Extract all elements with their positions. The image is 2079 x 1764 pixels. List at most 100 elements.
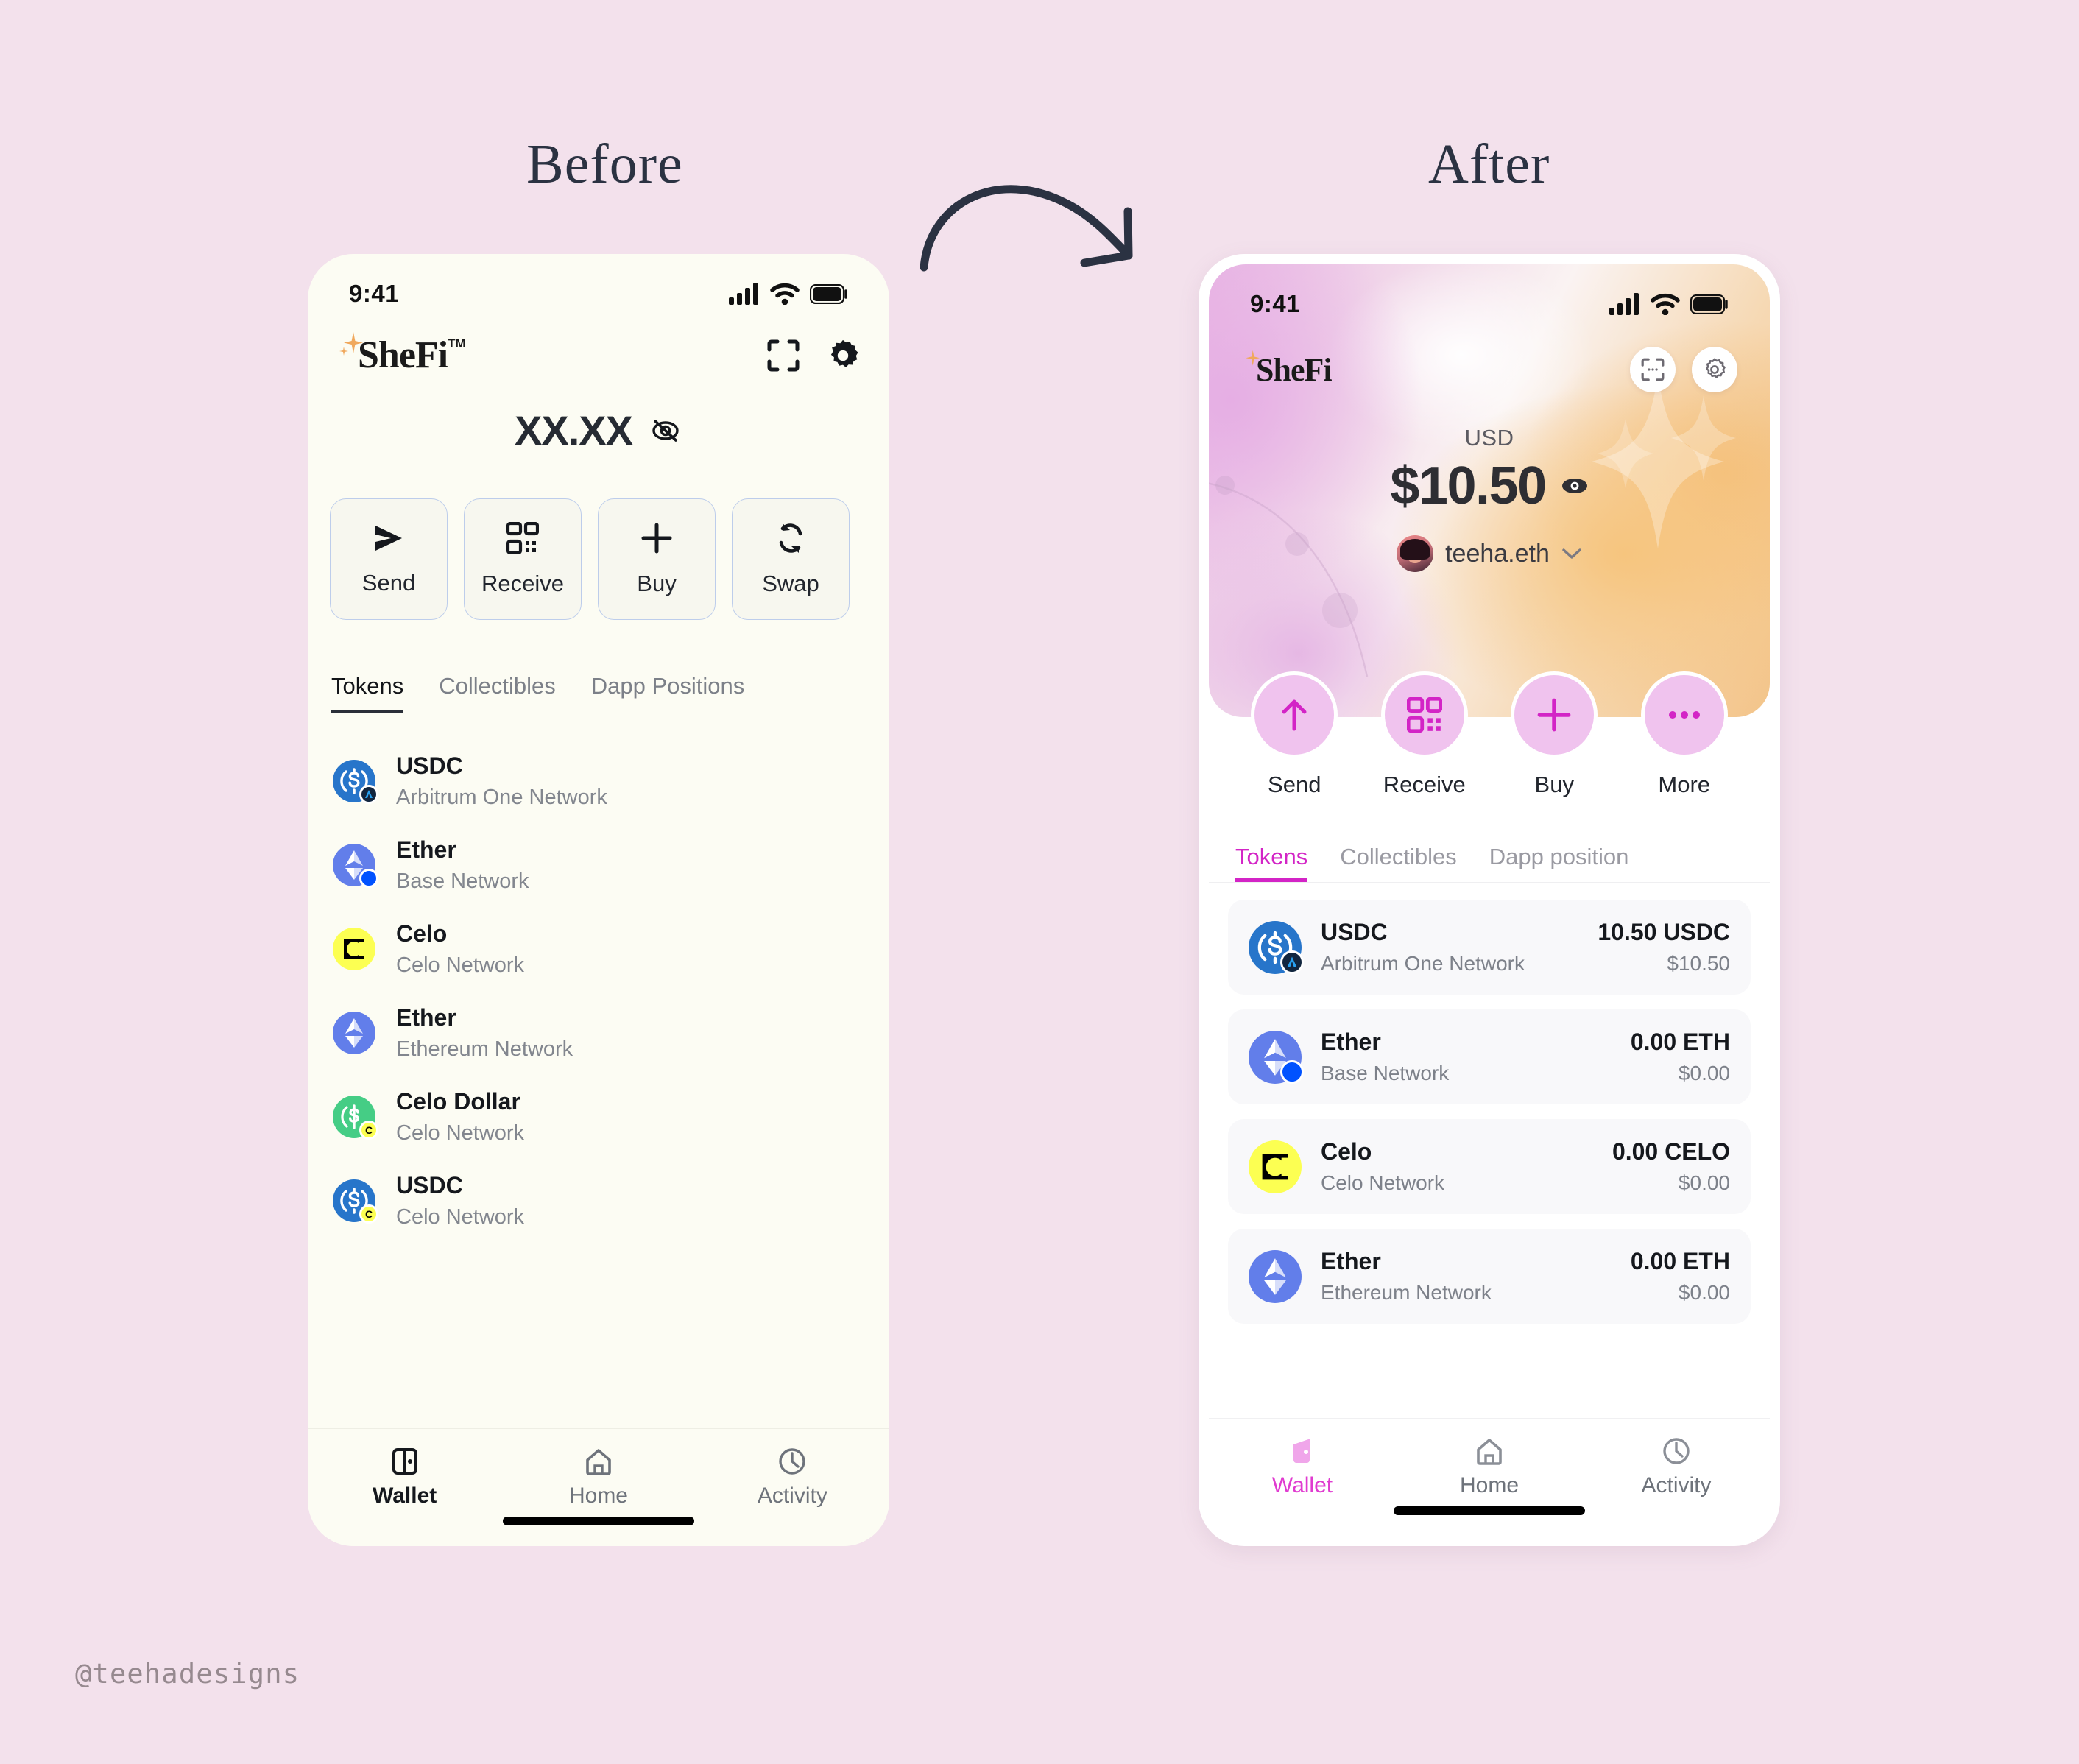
tab-dapp-position[interactable]: Dapp position <box>1489 844 1629 882</box>
home-icon <box>1477 1439 1502 1465</box>
more-icon-circle <box>1640 671 1728 758</box>
nav-wallet[interactable]: Wallet <box>308 1429 501 1546</box>
buy-icon-circle <box>1511 671 1598 758</box>
arrow-up-icon <box>1282 699 1307 731</box>
tab-dapp-positions[interactable]: Dapp Positions <box>591 673 745 713</box>
scan-button[interactable] <box>1630 347 1676 392</box>
token-name: USDC <box>1321 919 1388 945</box>
shefi-logo: SheFi TM <box>337 332 466 377</box>
send-button[interactable]: Send <box>1251 671 1338 798</box>
wallet-body: Tokens Collectibles Dapp position USDC A… <box>1209 717 1770 1536</box>
scan-icon <box>1641 358 1665 381</box>
receive-icon-circle <box>1380 671 1468 758</box>
table-row[interactable]: Ether Ethereum Network 0.00 ETH $0.00 <box>1228 1229 1751 1324</box>
arbitrum-badge-icon <box>1280 950 1304 974</box>
home-indicator <box>503 1517 694 1525</box>
token-network: Arbitrum One Network <box>1321 952 1525 975</box>
wallet-hero: 9:41 SheFi USD $10.50 teeha.eth Send Rec… <box>1209 264 1770 797</box>
nav-wallet-label: Wallet <box>1271 1473 1333 1497</box>
receive-button[interactable]: Receive <box>1380 671 1468 798</box>
celo-dollar-icon: C <box>333 1096 378 1140</box>
scan-icon[interactable] <box>767 339 800 372</box>
before-label: Before <box>526 133 683 195</box>
token-name: USDC <box>396 1172 463 1199</box>
nav-activity[interactable]: Activity <box>1583 1419 1770 1536</box>
tab-tokens[interactable]: Tokens <box>1235 844 1307 882</box>
send-arrow-icon <box>375 525 402 551</box>
token-network: Celo Network <box>396 953 525 977</box>
usdc-coin-icon <box>333 760 378 804</box>
tabs-before: Tokens Collectibles Dapp Positions <box>308 673 889 713</box>
list-item[interactable]: USDC Arbitrum One Network <box>308 739 889 823</box>
token-amount: 0.00 ETH <box>1630 1248 1730 1274</box>
table-row[interactable]: Celo Celo Network 0.00 CELO $0.00 <box>1228 1119 1751 1214</box>
balance-value: XX.XX <box>515 407 633 454</box>
nav-wallet-label: Wallet <box>373 1483 437 1508</box>
tab-tokens[interactable]: Tokens <box>331 673 404 713</box>
tab-collectibles[interactable]: Collectibles <box>439 673 556 713</box>
ens-selector[interactable]: teeha.eth <box>1209 535 1770 572</box>
clock-icon <box>1663 1438 1690 1464</box>
receive-label: Receive <box>1383 772 1466 797</box>
table-row[interactable]: USDC Arbitrum One Network 10.50 USDC $10… <box>1228 900 1751 995</box>
eye-off-icon[interactable] <box>649 417 682 445</box>
celo-coin-icon <box>1249 1140 1302 1193</box>
token-network: Celo Network <box>396 1205 525 1229</box>
list-item[interactable]: Celo Celo Network <box>308 907 889 991</box>
swap-button[interactable]: Swap <box>732 498 850 620</box>
buy-button[interactable]: Buy <box>598 498 716 620</box>
token-fiat: $10.50 <box>1667 952 1730 975</box>
clock-icon <box>779 1448 806 1475</box>
token-amount: 0.00 ETH <box>1630 1029 1730 1055</box>
send-button[interactable]: Send <box>330 498 448 620</box>
token-name: Celo <box>396 920 448 947</box>
tab-collectibles[interactable]: Collectibles <box>1340 844 1457 882</box>
table-row[interactable]: Ether Base Network 0.00 ETH $0.00 <box>1228 1009 1751 1104</box>
usdc-coin-icon <box>1249 920 1304 974</box>
battery-icon <box>810 283 847 304</box>
token-network: Ethereum Network <box>1321 1281 1492 1304</box>
list-item[interactable]: Ether Ethereum Network <box>308 991 889 1075</box>
settings-button[interactable] <box>1692 347 1737 392</box>
phone-before: 9:41 SheFi TM XX.XX Send Receive Buy Swa… <box>308 254 889 1546</box>
buy-label: Buy <box>1534 772 1574 797</box>
more-button[interactable]: More <box>1640 671 1728 798</box>
token-list-after: USDC Arbitrum One Network 10.50 USDC $10… <box>1209 883 1770 1324</box>
buy-label: Buy <box>637 570 677 596</box>
usdc-coin-icon: C <box>333 1179 378 1224</box>
token-name: Celo <box>1321 1138 1372 1165</box>
receive-button[interactable]: Receive <box>464 498 582 620</box>
watermark: @teehadesigns <box>75 1658 300 1690</box>
nav-activity-label: Activity <box>757 1483 827 1508</box>
bottom-nav-after: Wallet Home Activity <box>1209 1418 1770 1536</box>
eye-icon[interactable] <box>1561 476 1589 495</box>
shefi-logo: SheFi <box>1241 350 1333 389</box>
ether-coin-icon <box>1249 1249 1302 1303</box>
status-time: 9:41 <box>349 280 400 307</box>
list-item[interactable]: Ether Base Network <box>308 823 889 907</box>
nav-home[interactable]: Home <box>1396 1419 1583 1536</box>
token-amount: 0.00 CELO <box>1612 1138 1730 1165</box>
celo-coin-icon <box>333 928 375 970</box>
home-icon <box>586 1449 611 1475</box>
list-item[interactable]: C Celo Dollar Celo Network <box>308 1075 889 1159</box>
token-network: Celo Network <box>1321 1171 1445 1194</box>
list-item[interactable]: C USDC Celo Network <box>308 1159 889 1243</box>
plus-icon <box>1537 698 1571 732</box>
token-fiat: $0.00 <box>1678 1171 1730 1194</box>
home-indicator <box>1394 1506 1585 1515</box>
quick-actions-before: Send Receive Buy Swap <box>308 498 889 620</box>
ether-coin-icon <box>1249 1030 1304 1084</box>
nav-activity[interactable]: Activity <box>696 1429 889 1546</box>
qr-code-icon <box>1406 697 1442 733</box>
bottom-nav-before: Wallet Home Activity <box>308 1428 889 1546</box>
currency-label: USD <box>1464 425 1514 451</box>
buy-button[interactable]: Buy <box>1511 671 1598 798</box>
token-network: Arbitrum One Network <box>396 786 607 809</box>
base-badge-icon <box>359 869 378 888</box>
gear-icon[interactable] <box>826 339 860 373</box>
nav-wallet[interactable]: Wallet <box>1209 1419 1396 1536</box>
token-network: Ethereum Network <box>396 1037 573 1061</box>
nav-home[interactable]: Home <box>501 1429 695 1546</box>
ellipsis-icon <box>1668 711 1700 719</box>
